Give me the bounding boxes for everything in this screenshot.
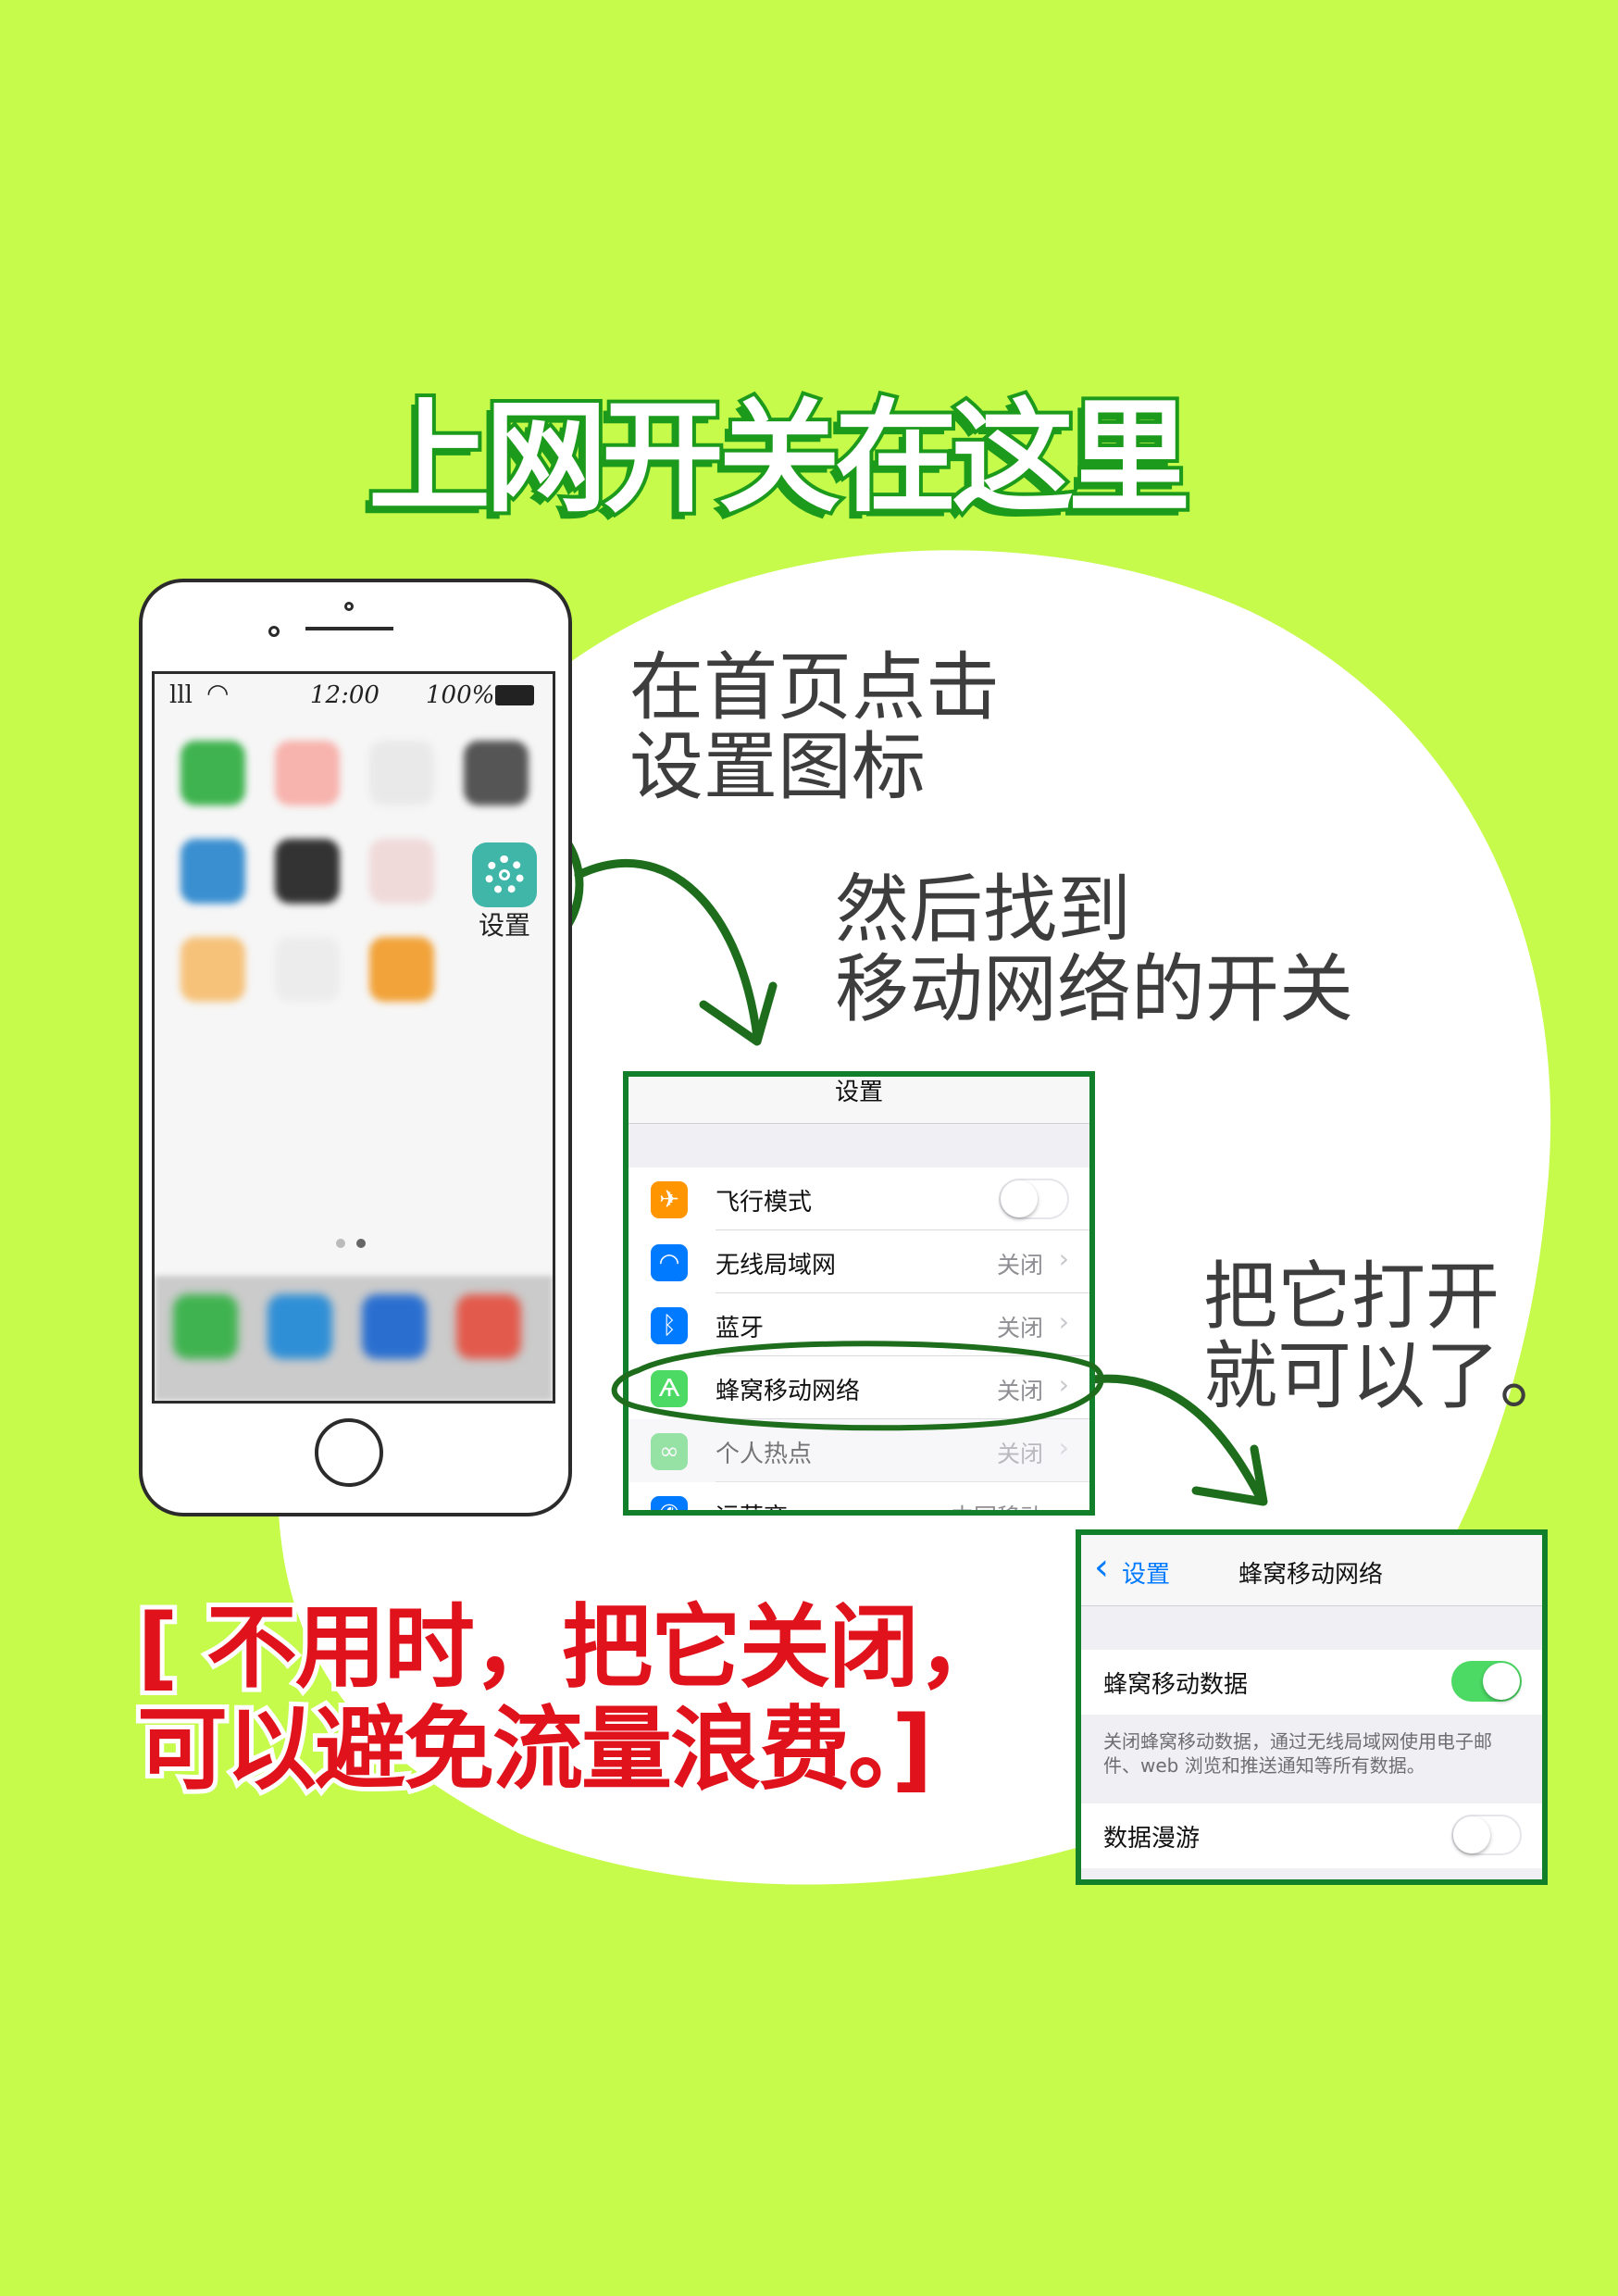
settings-header-title: 设置 [834, 1079, 883, 1106]
page-title: 上网开关在这里 [365, 385, 1194, 531]
wifi-icon: ◠ [651, 1244, 688, 1281]
wifi-icon: ◠ [206, 678, 230, 708]
phone-screen: ⅼⅼⅼ ◠ 12:00 100% 设置 [152, 671, 555, 1404]
app-icon-mail [369, 741, 434, 805]
settings-app-icon[interactable] [472, 842, 537, 907]
phone-icon: ✆ [651, 1496, 688, 1510]
app-icon-contacts [369, 937, 434, 1002]
hotspot-icon: ∞ [651, 1433, 688, 1470]
step2-caption: 然后找到 移动网络的开关 [835, 870, 1353, 1029]
usage-warning-note: [ 不用时，把它关闭， 可以避免流量浪费。] [132, 1592, 1013, 1805]
step1-caption: 在首页点击 设置图标 [629, 648, 1000, 807]
cellular-highlight-ellipse [611, 1341, 1104, 1431]
airplane-mode-toggle[interactable] [999, 1179, 1069, 1219]
settings-row-airplane[interactable]: ✈ 飞行模式 [629, 1167, 1089, 1230]
settings-row-label: 个人热点 [716, 1441, 813, 1468]
signal-icon: ⅼⅼⅼ [169, 681, 193, 709]
cellular-nav-title: 蜂窝移动网络 [1238, 1561, 1384, 1589]
step3-line1: 把它打开 [1203, 1254, 1500, 1340]
settings-row-label: 无线局域网 [716, 1252, 837, 1279]
note-line2: 可以避免流量浪费。] [132, 1694, 938, 1805]
chevron-right-icon: › [1058, 1432, 1069, 1463]
app-icon-safari [362, 1294, 427, 1359]
settings-row-label: 运营商 [716, 1498, 788, 1510]
data-roaming-row[interactable]: 数据漫游 [1081, 1803, 1542, 1868]
step3-line2: 就可以了。 [1203, 1333, 1574, 1419]
app-icon-calendar [180, 937, 245, 1002]
settings-app-label: 设置 [479, 910, 531, 941]
note-line1: [ 不用时，把它关闭， [132, 1592, 1013, 1703]
back-button[interactable]: 设置 [1122, 1555, 1170, 1590]
step2-line1: 然后找到 [835, 867, 1131, 953]
phone-sensor [344, 602, 354, 611]
settings-header: 设置 [629, 1077, 1089, 1124]
data-roaming-label: 数据漫游 [1103, 1825, 1201, 1853]
status-time: 12:00 [310, 681, 380, 709]
app-icon-reminders [275, 937, 340, 1002]
app-icon-stocks [275, 741, 340, 805]
home-button [315, 1418, 383, 1487]
cellular-nav-bar: ‹ 设置 蜂窝移动网络 [1081, 1535, 1542, 1606]
status-bar: ⅼⅼⅼ ◠ 12:00 100% [162, 678, 545, 715]
cellular-detail-panel: ‹ 设置 蜂窝移动网络 蜂窝移动数据 关闭蜂窝移动数据，通过无线局域网使用电子邮… [1076, 1529, 1548, 1885]
settings-list-panel: 设置 ✈ 飞行模式 ◠ 无线局域网 关闭 › ᛒ 蓝牙 关闭 › Ѧ 蜂窝移动网… [623, 1071, 1095, 1516]
step1-line1: 在首页点击 [629, 644, 1000, 730]
app-icon-contacts-dock [456, 1294, 521, 1359]
data-roaming-toggle[interactable] [1451, 1815, 1522, 1855]
settings-row-wifi[interactable]: ◠ 无线局域网 关闭 › [629, 1230, 1089, 1293]
settings-row-value: 关闭 [996, 1252, 1043, 1279]
app-icon-weather [180, 839, 245, 904]
app-icon-photos [369, 839, 434, 904]
settings-row-value: 中国移动 [951, 1499, 1043, 1510]
phone-speaker [305, 627, 393, 630]
status-battery: 100% [426, 681, 495, 709]
app-icon-clock [275, 839, 340, 904]
app-icon-mail-dock [268, 1294, 332, 1359]
cellular-data-description: 关闭蜂窝移动数据，通过无线局域网使用电子邮件、web 浏览和推送通知等所有数据。 [1103, 1730, 1492, 1777]
settings-row-value: 关闭 [996, 1441, 1043, 1467]
app-icon-camera [464, 741, 529, 805]
settings-row-label: 飞行模式 [716, 1189, 813, 1217]
step3-caption: 把它打开 就可以了。 [1203, 1257, 1574, 1416]
settings-row-carrier[interactable]: ✆ 运营商 中国移动 [629, 1482, 1089, 1510]
app-icon-phone [173, 1294, 238, 1359]
phone-front-camera [268, 626, 280, 637]
step1-line2: 设置图标 [629, 724, 926, 810]
step2-line2: 移动网络的开关 [835, 946, 1353, 1032]
chevron-right-icon: › [1058, 1243, 1069, 1274]
airplane-icon: ✈ [651, 1181, 688, 1218]
chevron-left-icon[interactable]: ‹ [1094, 1546, 1109, 1589]
app-icon-messages [180, 741, 245, 805]
dock [155, 1276, 553, 1401]
cellular-data-toggle[interactable] [1451, 1661, 1522, 1702]
cellular-data-row[interactable]: 蜂窝移动数据 [1081, 1650, 1542, 1715]
cellular-data-label: 蜂窝移动数据 [1103, 1671, 1249, 1699]
battery-icon [495, 685, 534, 705]
page-dots [336, 1239, 373, 1250]
